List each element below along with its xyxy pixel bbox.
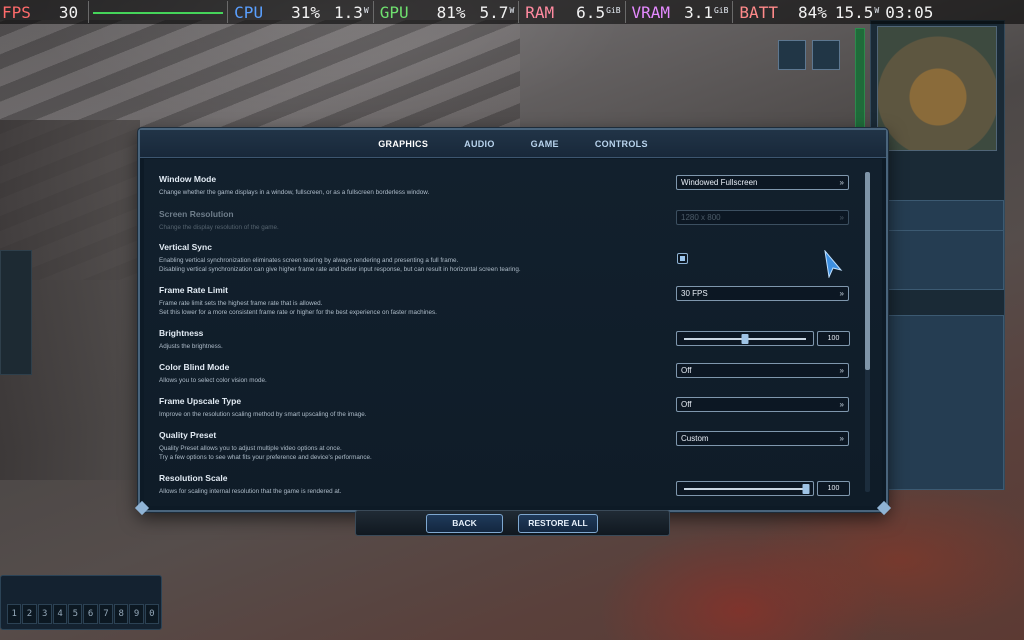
settings-dialog: GRAPHICS AUDIO GAME CONTROLS Window Mode…: [134, 128, 892, 516]
chevron-down-icon: »: [839, 289, 844, 298]
hotbar-slot[interactable]: 8: [114, 604, 129, 624]
slider-track: [684, 488, 806, 490]
tab-graphics[interactable]: GRAPHICS: [378, 139, 428, 149]
overlay-separator: [227, 1, 229, 23]
hotbar-slot[interactable]: 3: [37, 604, 52, 624]
setting-description-line: Set this lower for a more consistent fra…: [159, 309, 437, 316]
dropdown-value: 30 FPS: [681, 289, 708, 298]
hotbar-slot[interactable]: 5: [68, 604, 83, 624]
quality-preset-dropdown[interactable]: Custom »: [676, 431, 849, 446]
batt-power-unit: W: [874, 5, 880, 15]
color-blind-mode-dropdown[interactable]: Off »: [676, 363, 849, 378]
chevron-down-icon: »: [839, 400, 844, 409]
ram-unit: GiB: [606, 5, 621, 15]
screen-resolution-dropdown: 1280 x 800 »: [676, 210, 849, 225]
vertical-sync-checkbox[interactable]: [677, 253, 688, 264]
performance-overlay: FPS 30 CPU 31% 1.3 W GPU 81% 5.7 W RAM 6.5…: [0, 0, 1024, 24]
hotbar-slot[interactable]: 0: [144, 604, 159, 624]
vram-unit: GiB: [713, 5, 729, 15]
brightness-value[interactable]: 100: [817, 331, 850, 346]
window-mode-dropdown[interactable]: Windowed Fullscreen »: [676, 175, 849, 190]
left-side-panel: [0, 250, 32, 375]
dropdown-value: Off: [681, 366, 692, 375]
dropdown-value: 1280 x 800: [681, 213, 721, 222]
brightness-slider[interactable]: [676, 331, 814, 346]
cpu-label: CPU: [234, 2, 264, 22]
tab-game[interactable]: GAME: [531, 139, 559, 149]
settings-scrollbar[interactable]: [865, 172, 870, 492]
ram-label: RAM: [525, 2, 555, 22]
chevron-down-icon: »: [839, 178, 844, 187]
cpu-power-unit: W: [363, 5, 369, 15]
setting-description-line: Try a few options to see what fits your …: [159, 454, 372, 461]
frame-rate-limit-dropdown[interactable]: 30 FPS »: [676, 286, 849, 301]
overlay-separator: [518, 1, 520, 23]
setting-label: Vertical Sync: [159, 242, 212, 252]
clock: 03:05: [885, 2, 934, 22]
batt-value: 84%: [797, 2, 827, 22]
batt-power: 15.5: [834, 2, 874, 22]
frametime-graph: [93, 5, 224, 19]
hotbar-slots: 1 2 3 4 5 6 7 8 9 0: [7, 604, 159, 624]
dropdown-value: Off: [681, 400, 692, 409]
gpu-power-unit: W: [509, 5, 515, 15]
gpu-value: 81%: [436, 2, 466, 22]
mouse-cursor-icon: [824, 250, 843, 278]
hotbar-slot[interactable]: 7: [98, 604, 114, 624]
fps-value: 30: [58, 2, 79, 22]
fps-label: FPS: [2, 2, 31, 22]
dropdown-value: Custom: [681, 434, 709, 443]
overlay-separator: [88, 1, 90, 23]
cpu-power: 1.3: [333, 2, 363, 22]
back-button[interactable]: BACK: [426, 514, 503, 533]
scrollbar-thumb[interactable]: [865, 172, 870, 370]
setting-description-line: Disabling vertical synchronization can g…: [159, 266, 521, 273]
setting-vertical-sync: Vertical Sync Enabling vertical synchron…: [159, 242, 859, 274]
setting-description: Quality Preset allows you to adjust mult…: [159, 444, 859, 462]
slider-handle[interactable]: [741, 334, 749, 344]
hotbar-slot[interactable]: 4: [52, 604, 68, 624]
star-icon[interactable]: [778, 40, 806, 70]
chevron-down-icon: »: [839, 213, 844, 222]
minimap[interactable]: [877, 26, 997, 151]
tab-audio[interactable]: AUDIO: [464, 139, 495, 149]
right-panel-items-grid: [880, 315, 1004, 490]
setting-description: Enabling vertical synchronization elimin…: [159, 256, 859, 274]
vram-label: VRAM: [631, 2, 671, 22]
vehicle-icon[interactable]: [812, 40, 840, 70]
settings-tabbar: GRAPHICS AUDIO GAME CONTROLS: [140, 130, 886, 158]
restore-all-button[interactable]: RESTORE ALL: [518, 514, 598, 533]
resolution-scale-value[interactable]: 100: [817, 481, 850, 496]
chevron-down-icon: »: [839, 434, 844, 443]
vram-value: 3.1: [684, 2, 713, 22]
tab-controls[interactable]: CONTROLS: [595, 139, 648, 149]
hotbar-slot[interactable]: 6: [83, 604, 98, 624]
resolution-scale-slider[interactable]: [676, 481, 814, 496]
settings-list[interactable]: Window Mode Change whether the game disp…: [144, 159, 882, 506]
gpu-label: GPU: [379, 2, 409, 22]
hotbar: 1 2 3 4 5 6 7 8 9 0: [0, 575, 162, 630]
overlay-separator: [624, 1, 626, 23]
hotbar-slot[interactable]: 2: [22, 604, 37, 624]
cpu-value: 31%: [291, 2, 320, 22]
hotbar-slot[interactable]: 1: [7, 604, 22, 624]
top-hud-icons: [778, 40, 846, 72]
health-bar: [855, 28, 865, 138]
setting-description-line: Enabling vertical synchronization elimin…: [159, 257, 459, 264]
chevron-down-icon: »: [839, 366, 844, 375]
overlay-separator: [732, 1, 734, 23]
frame-upscale-type-dropdown[interactable]: Off »: [676, 397, 849, 412]
ram-value: 6.5: [576, 2, 606, 22]
slider-handle[interactable]: [802, 484, 810, 494]
batt-label: BATT: [739, 2, 778, 22]
right-panel-build-grid: [880, 230, 1004, 290]
dropdown-value: Windowed Fullscreen: [681, 178, 758, 187]
overlay-separator: [372, 1, 374, 23]
setting-description: Frame rate limit sets the highest frame …: [159, 299, 859, 317]
hotbar-slot[interactable]: 9: [129, 604, 144, 624]
dialog-footer: [355, 510, 670, 536]
gpu-power: 5.7: [479, 2, 509, 22]
